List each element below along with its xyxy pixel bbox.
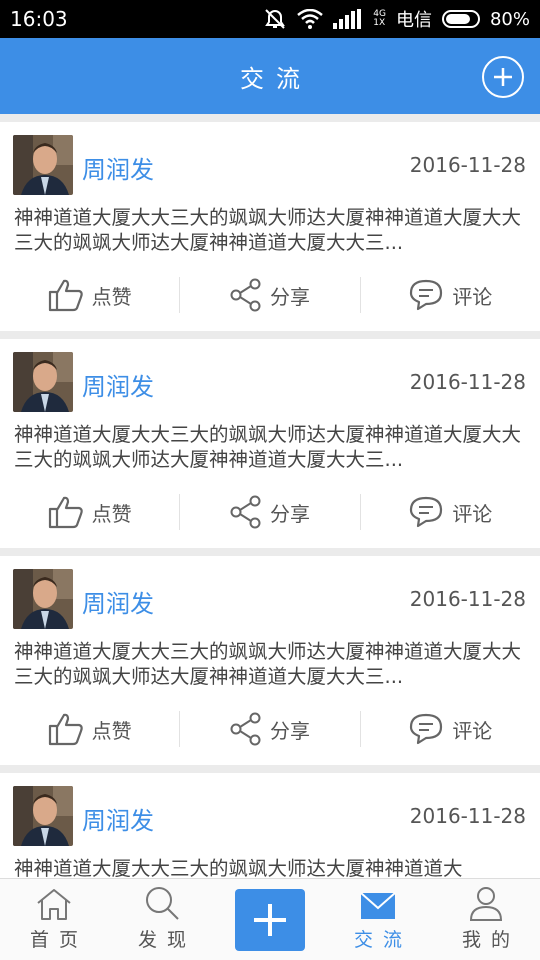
network-type: 4G 1X [373, 9, 386, 28]
post-card: 周润发 2016-11-28 神神道道大厦大大三大的飒飒大师达大厦神神道道大厦大… [0, 339, 540, 548]
avatar[interactable] [13, 786, 73, 846]
post-date: 2016-11-28 [409, 804, 526, 828]
author-name[interactable]: 周润发 [82, 801, 154, 836]
post-date: 2016-11-28 [409, 153, 526, 177]
like-button[interactable]: 点赞 [0, 711, 179, 747]
avatar[interactable] [13, 352, 73, 412]
home-icon [35, 881, 73, 921]
share-label: 分享 [269, 501, 310, 526]
comment-label: 评论 [452, 501, 493, 526]
post-feed[interactable]: 周润发 2016-11-28 神神道道大厦大大三大的飒飒大师达大厦神神道道大厦大… [0, 114, 540, 878]
share-icon [230, 712, 261, 746]
thumbs-up-icon [48, 713, 83, 746]
app-header: 交流 [0, 38, 540, 114]
share-label: 分享 [269, 718, 310, 743]
comment-icon [410, 279, 443, 311]
like-label: 点赞 [91, 284, 132, 309]
status-time: 16:03 [10, 7, 68, 31]
author-name[interactable]: 周润发 [82, 584, 154, 619]
share-icon [230, 495, 261, 529]
author-name[interactable]: 周润发 [82, 367, 154, 402]
mail-icon [360, 881, 396, 921]
nav-profile-label: 我的 [461, 929, 520, 951]
post-date: 2016-11-28 [409, 587, 526, 611]
post-actions: 点赞 分享 评论 [0, 259, 540, 331]
comment-label: 评论 [452, 284, 493, 309]
status-icons: 4G 1X 电信 80% [263, 6, 530, 32]
post-content[interactable]: 神神道道大厦大大三大的飒飒大师达大厦神神道道大 [14, 856, 526, 878]
share-icon [230, 278, 261, 312]
share-button[interactable]: 分享 [180, 494, 359, 530]
post-actions: 点赞 分享 评论 [0, 476, 540, 548]
plus-icon [254, 903, 286, 936]
post-content[interactable]: 神神道道大厦大大三大的飒飒大师达大厦神神道道大厦大大三大的飒飒大师达大厦神神道道… [14, 422, 526, 472]
share-label: 分享 [269, 284, 310, 309]
wifi-icon [297, 9, 324, 29]
post-actions: 点赞 分享 评论 [0, 693, 540, 765]
share-button[interactable]: 分享 [180, 711, 359, 747]
page-title: 交流 [240, 64, 312, 93]
bottom-nav: 首页 发现 交流 我的 [0, 878, 540, 960]
user-icon [468, 881, 504, 921]
like-label: 点赞 [91, 501, 132, 526]
avatar[interactable] [13, 569, 73, 629]
carrier-label: 电信 [395, 10, 432, 31]
author-name[interactable]: 周润发 [82, 150, 154, 185]
search-icon [144, 881, 180, 921]
thumbs-up-icon [48, 496, 83, 529]
post-card: 周润发 2016-11-28 神神道道大厦大大三大的飒飒大师达大厦神神道道大厦大… [0, 122, 540, 331]
nav-discover-label: 发现 [137, 929, 196, 951]
status-bar: 16:03 4G 1X 电信 80% [0, 0, 540, 38]
comment-button[interactable]: 评论 [361, 277, 540, 313]
battery-icon [441, 10, 480, 28]
add-post-button[interactable] [482, 56, 524, 98]
comment-icon [410, 496, 443, 528]
nav-discover[interactable]: 发现 [108, 879, 216, 960]
nav-home-label: 首页 [29, 929, 88, 951]
comment-icon [410, 713, 443, 745]
mute-icon [263, 8, 287, 30]
battery-percent: 80% [489, 8, 530, 30]
plus-icon [494, 68, 512, 86]
center-add-button[interactable] [216, 879, 324, 960]
comment-button[interactable]: 评论 [361, 494, 540, 530]
like-button[interactable]: 点赞 [0, 494, 179, 530]
avatar[interactable] [13, 135, 73, 195]
post-content[interactable]: 神神道道大厦大大三大的飒飒大师达大厦神神道道大厦大大三大的飒飒大师达大厦神神道道… [14, 639, 526, 689]
thumbs-up-icon [48, 279, 83, 312]
comment-label: 评论 [452, 718, 493, 743]
nav-profile[interactable]: 我的 [432, 879, 540, 960]
nav-messages[interactable]: 交流 [324, 879, 432, 960]
post-card: 周润发 2016-11-28 神神道道大厦大大三大的飒飒大师达大厦神神道道大厦大… [0, 556, 540, 765]
signal-icon [333, 9, 363, 29]
nav-messages-label: 交流 [353, 929, 412, 951]
post-card: 周润发 2016-11-28 神神道道大厦大大三大的飒飒大师达大厦神神道道大 点… [0, 773, 540, 878]
center-add-box [235, 888, 305, 951]
nav-home[interactable]: 首页 [0, 879, 108, 960]
like-button[interactable]: 点赞 [0, 277, 179, 313]
share-button[interactable]: 分享 [180, 277, 359, 313]
post-content[interactable]: 神神道道大厦大大三大的飒飒大师达大厦神神道道大厦大大三大的飒飒大师达大厦神神道道… [14, 205, 526, 255]
like-label: 点赞 [91, 718, 132, 743]
comment-button[interactable]: 评论 [361, 711, 540, 747]
post-date: 2016-11-28 [409, 370, 526, 394]
